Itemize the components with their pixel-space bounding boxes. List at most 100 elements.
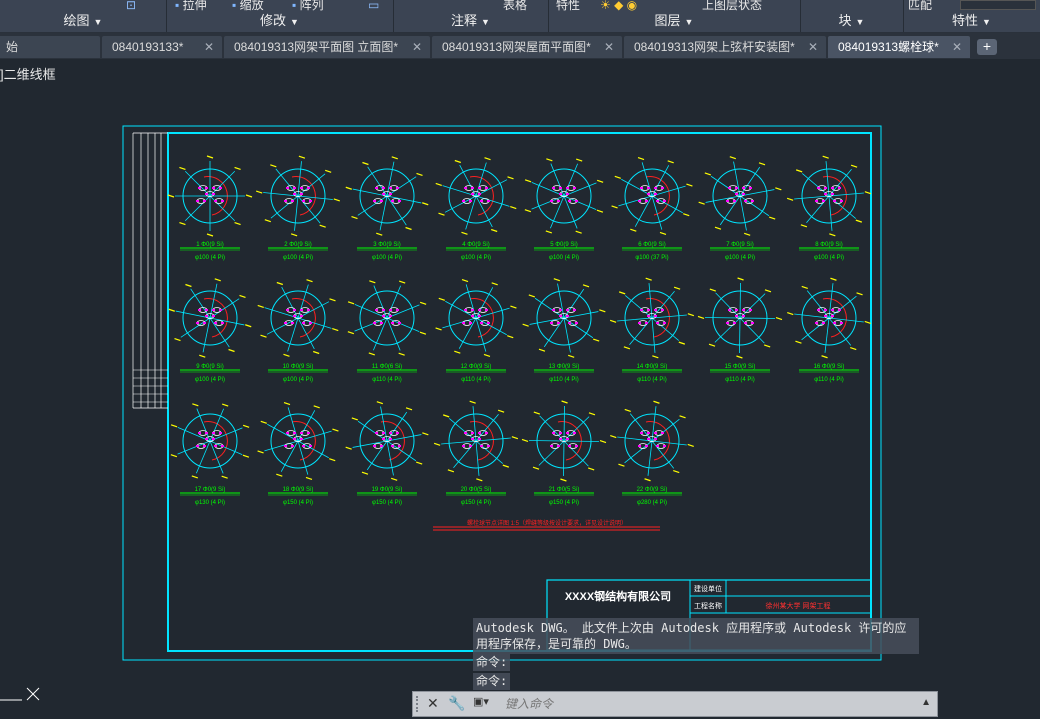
bolt-mark (656, 445, 659, 447)
tab-file-1[interactable]: 0840193133* ✕ (102, 36, 222, 58)
bolt-mark (815, 322, 818, 324)
command-prompt-icon[interactable]: ▣▾ (473, 695, 489, 708)
dimension-tick (709, 288, 717, 292)
dimension-tick (630, 228, 637, 232)
dimension-tick (704, 172, 712, 176)
bolt-mark (485, 309, 488, 311)
ball-spec: φ100 (4 Pi) (195, 255, 225, 261)
drawing-canvas[interactable]: 1 Φ0(9 Si) φ100 (4 Pi) 2 Φ0(9 Si) φ100 (4 P… (0, 60, 1040, 690)
panel-annotate-label[interactable]: 注释 ▼ (393, 12, 548, 30)
panel-block-label[interactable]: 块 ▼ (800, 12, 903, 30)
tab-file-4[interactable]: 084019313网架上弦杆安装图* ✕ (624, 36, 826, 58)
dimension-tick (673, 469, 680, 474)
dimension-tick (795, 169, 803, 173)
bolt-mark (654, 193, 657, 195)
bolt-mark (212, 309, 215, 311)
dimension-tick (442, 414, 450, 418)
panel-modify-label[interactable]: 修改 ▼ (166, 12, 393, 30)
dimension-tick (476, 478, 483, 482)
close-icon[interactable]: ✕ (952, 36, 962, 58)
dimension-tick (276, 281, 283, 286)
dimension-tick (405, 226, 412, 231)
dimension-tick (260, 334, 267, 338)
bolt-mark (663, 322, 666, 324)
close-icon[interactable]: ✕ (808, 36, 818, 58)
dimension-tick (454, 350, 461, 354)
bolt-mark (300, 187, 303, 189)
spoke-line (366, 440, 388, 471)
stretch-tool[interactable]: ▪ 拉伸 (175, 0, 207, 11)
tab-file-2[interactable]: 084019313网架平面图 立面图* ✕ (224, 36, 430, 58)
close-icon[interactable]: ✕ (412, 36, 422, 58)
panel-layers-label[interactable]: 图层 ▼ (548, 12, 800, 30)
dimension-tick (864, 320, 871, 325)
close-icon[interactable]: ✕ (427, 695, 439, 712)
draw-tool-icon[interactable]: ⊡ (126, 0, 136, 11)
spoke-line (651, 185, 686, 197)
bolt-mark (307, 432, 310, 434)
ball-spec: φ110 (4 Pi) (725, 377, 754, 383)
dimension-tick (510, 205, 517, 210)
bolt-ball: 15 Φ0(9 Si) φ110 (4 Pi) (697, 277, 783, 383)
bolt-mark (838, 309, 841, 311)
match-tool[interactable]: 匹配 (908, 0, 932, 11)
bolt-mark (293, 315, 296, 317)
ball-spec: φ100 (37 Pi) (635, 255, 668, 261)
spoke-line (641, 162, 653, 197)
dimension-tick (679, 415, 686, 419)
dimension-tick (461, 279, 469, 283)
bolt-mark (552, 432, 555, 434)
dimension-tick (618, 291, 626, 295)
wrench-icon[interactable]: 🔧 (448, 695, 465, 712)
spoke-line (386, 161, 395, 197)
dimension-tick (270, 164, 277, 168)
spoke-line (475, 440, 504, 464)
bolt-mark (566, 187, 569, 189)
dimension-tick (461, 231, 468, 235)
modify-tool-icon[interactable]: ▭ (368, 0, 379, 11)
ball-spec: φ280 (4 Pi) (637, 500, 667, 506)
bolt-mark (840, 200, 843, 202)
bolt-mark (307, 309, 310, 311)
spoke-line (825, 161, 830, 197)
close-icon[interactable]: ✕ (604, 36, 614, 58)
dimension-tick (609, 319, 617, 323)
bolt-mark (382, 309, 385, 311)
bolt-mark (205, 193, 208, 195)
dimension-tick (582, 284, 590, 288)
panel-properties-label[interactable]: 特性 ▼ (903, 12, 1040, 30)
bolt-mark (550, 445, 553, 447)
command-input[interactable]: 键入命令 (505, 695, 553, 712)
tab-file-3[interactable]: 084019313网架屋面平面图* ✕ (432, 36, 622, 58)
scale-tool[interactable]: ▪ 缩放 (232, 0, 264, 11)
bolt-mark (663, 200, 666, 202)
dimension-tick (398, 280, 406, 284)
bolt-mark (302, 322, 305, 324)
bolt-mark (749, 309, 752, 311)
bolt-ball: 18 Φ0(9 Si) φ150 (4 Pi) (257, 402, 339, 506)
bolt-mark (840, 322, 843, 324)
dimension-tick (764, 289, 772, 293)
chevron-up-icon[interactable]: ▲ (921, 697, 931, 708)
layer-tool-icon[interactable]: ☀ ◆ ◉ (600, 0, 637, 11)
bolt-mark (487, 200, 490, 202)
table-tool[interactable]: 表格 (503, 0, 527, 11)
spoke-line (475, 440, 480, 476)
close-icon[interactable]: ✕ (204, 36, 214, 58)
dimension-tick (864, 191, 872, 195)
bolt-mark (559, 315, 562, 317)
bolt-mark (302, 200, 305, 202)
array-tool[interactable]: ▪ 阵列 (292, 0, 324, 11)
tab-start[interactable]: 始 (0, 36, 100, 58)
properties-dropdown[interactable] (960, 0, 1036, 10)
panel-draw-label[interactable]: 绘图 ▼ (0, 12, 166, 30)
dimension-tick (743, 232, 751, 236)
bolt-mark (566, 315, 569, 317)
drag-handle[interactable] (416, 696, 422, 712)
layer-state-tool[interactable]: 上图层状态 (702, 0, 762, 11)
tab-file-5[interactable]: 084019313螺栓球* ✕ (828, 36, 970, 58)
new-tab-button[interactable]: + (977, 39, 997, 55)
ball-label: 18 Φ0(9 Si) (283, 487, 314, 493)
bolt-mark (559, 309, 562, 311)
properties-tool[interactable]: 特性 (556, 0, 580, 11)
